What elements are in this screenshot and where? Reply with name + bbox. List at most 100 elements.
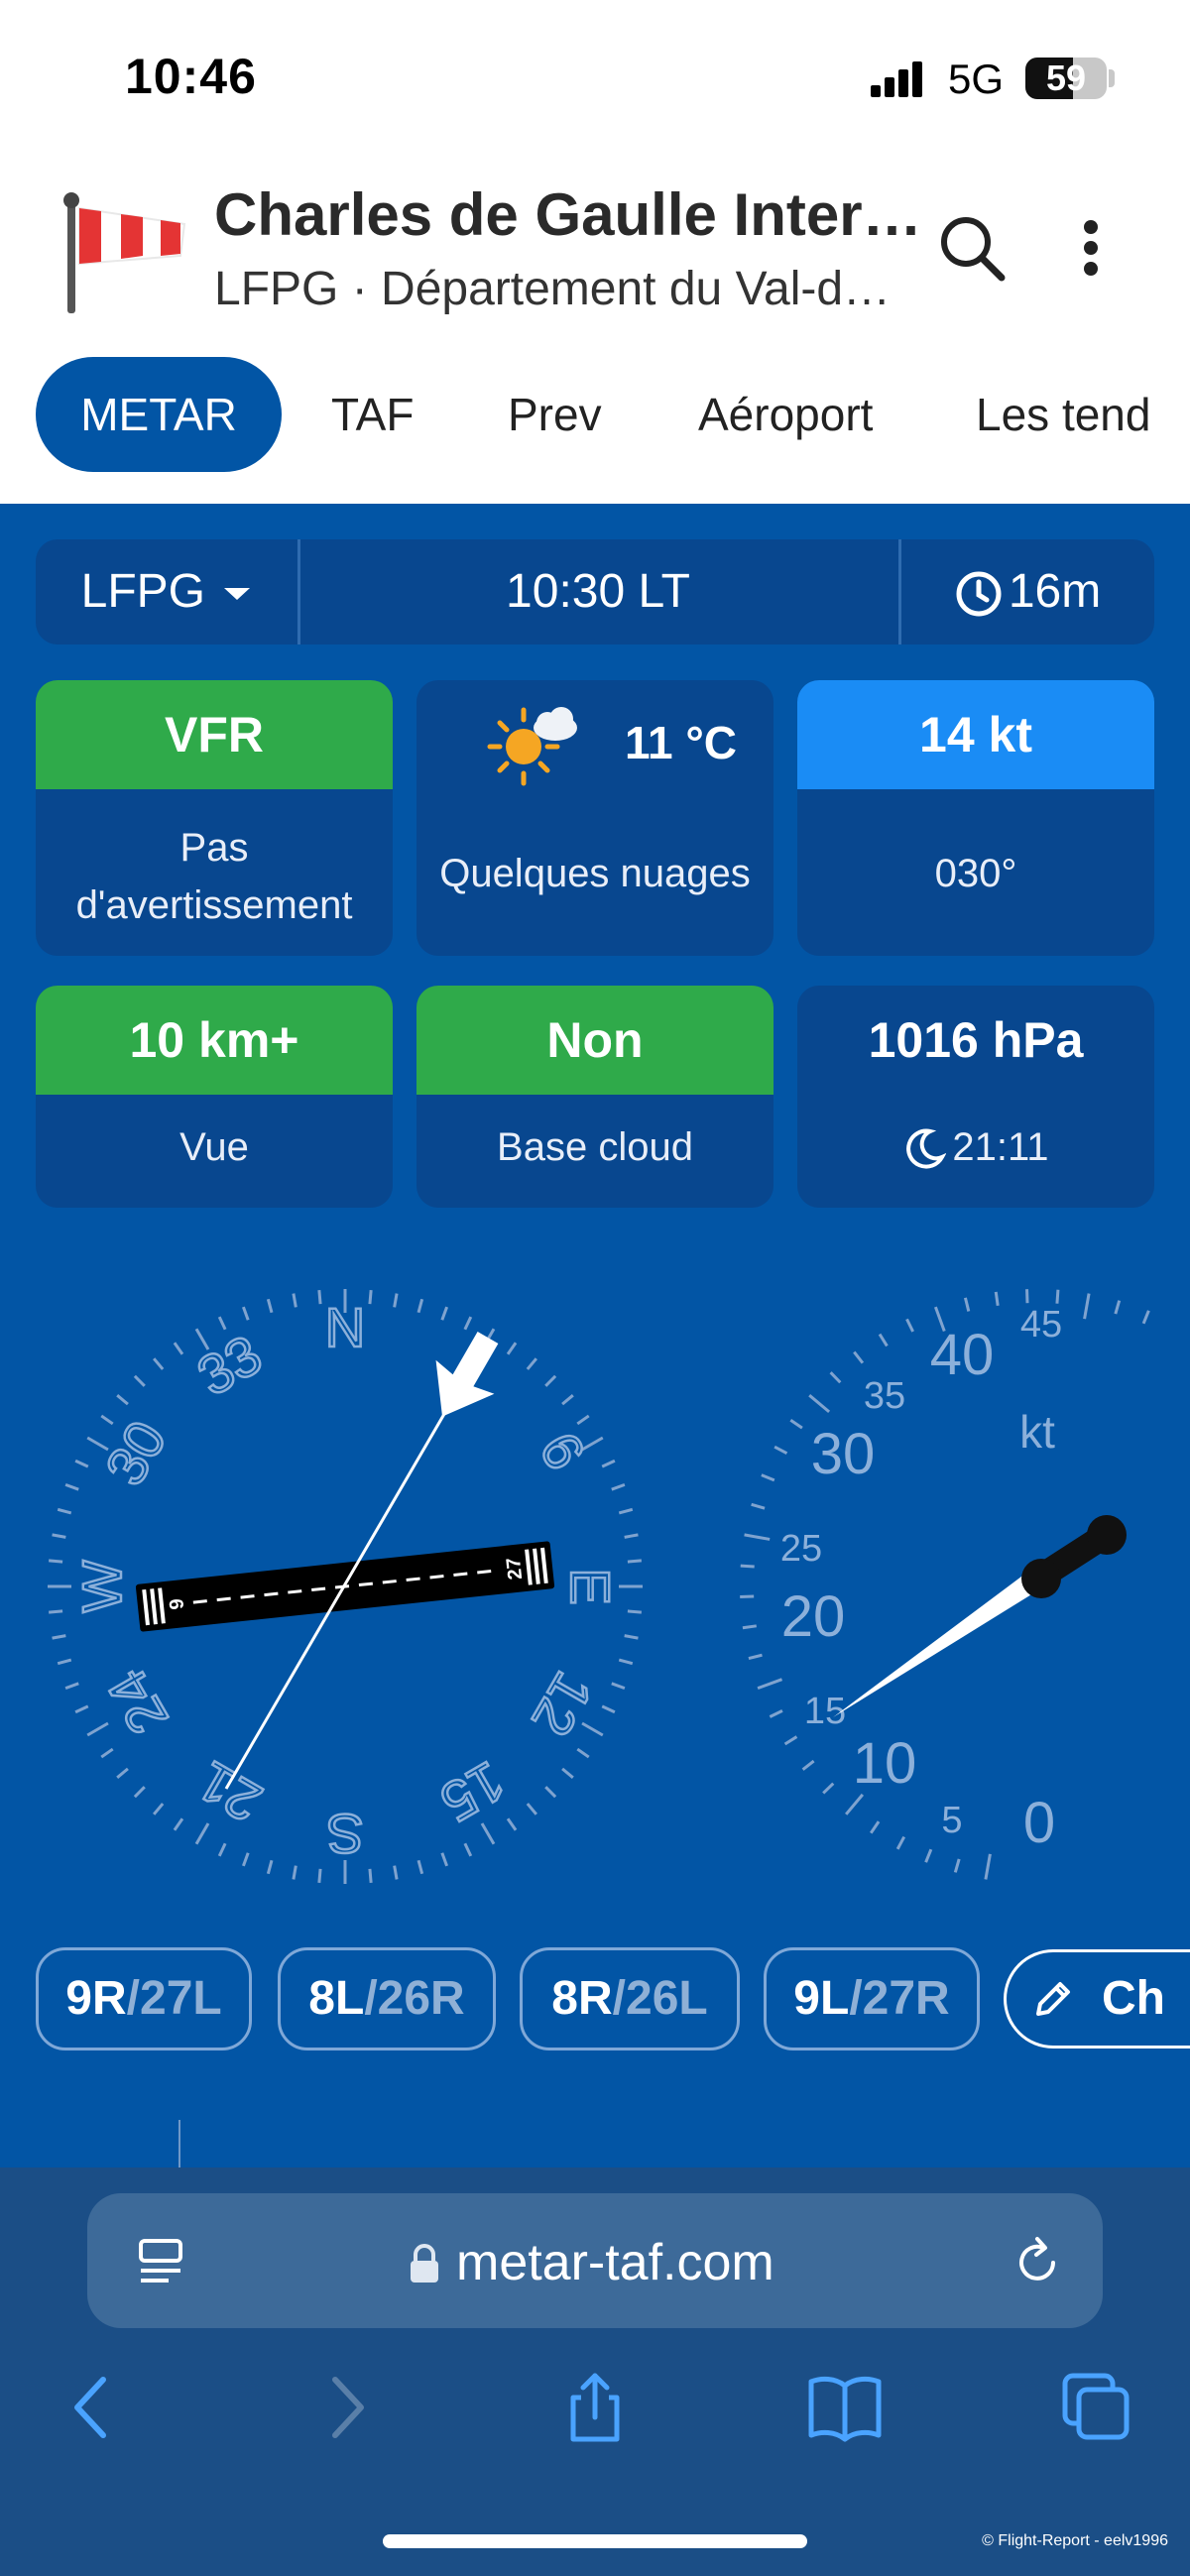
temperature: 11 °C <box>625 717 738 768</box>
tab-les-tend[interactable]: Les tend <box>976 357 1150 472</box>
compass-tick <box>57 1507 72 1515</box>
tabs-icon[interactable] <box>1057 2368 1136 2447</box>
gauge-tick <box>845 1793 865 1815</box>
runway-chip-8r-26l[interactable]: 8R/26L <box>520 1947 740 2050</box>
compass-tick <box>627 1559 642 1564</box>
forward-icon[interactable] <box>307 2368 387 2447</box>
reader-icon[interactable] <box>135 2235 190 2290</box>
compass-tick <box>526 1357 537 1370</box>
gauge-15: 15 <box>804 1691 846 1732</box>
compass-tick <box>266 1859 274 1875</box>
compass-tick <box>611 1682 626 1691</box>
compass-tick <box>266 1298 274 1314</box>
gauge-tick <box>789 1418 803 1430</box>
gauge-tick <box>994 1291 1000 1306</box>
gauge-45: 45 <box>1020 1304 1062 1346</box>
runway-primary: 9R <box>65 1972 127 2025</box>
compass-tick <box>133 1374 146 1387</box>
tab-taf[interactable]: TAF <box>331 357 414 472</box>
metar-info-bar: LFPG 10:30 LT 16m <box>36 539 1154 644</box>
runway-primary: 8L <box>308 1972 365 2025</box>
airport-subtitle: LFPG · Département du Val-d… <box>214 263 892 315</box>
more-vertical-icon[interactable] <box>1071 208 1111 288</box>
gauge-tick <box>757 1678 783 1691</box>
compass-21: 21 <box>187 1749 272 1834</box>
compass-tick <box>624 1533 639 1539</box>
url-text: metar-taf.com <box>456 2234 774 2291</box>
compass-tick <box>74 1459 89 1468</box>
age-text: 16m <box>1008 565 1102 618</box>
compass-e: E <box>559 1568 622 1604</box>
gauge-tick <box>1141 1310 1150 1325</box>
compass-tick <box>116 1394 129 1406</box>
compass-tick <box>317 1868 322 1883</box>
gauge-tick <box>984 1853 992 1880</box>
gauge-40: 40 <box>930 1323 995 1387</box>
clock-icon <box>956 571 1002 617</box>
change-runway-button[interactable]: Ch <box>1004 1949 1190 2049</box>
gauge-tick <box>822 1782 835 1795</box>
gauge-tick <box>963 1297 971 1312</box>
search-icon[interactable] <box>932 208 1012 288</box>
gauge-25: 25 <box>780 1528 822 1570</box>
compass-tick <box>393 1865 399 1880</box>
runway-chip-9l-27r[interactable]: 9L/27R <box>764 1947 980 2050</box>
windsock-icon <box>63 192 186 313</box>
wind-speed-gauge: 0 5 10 15 20 25 30 35 40 45 kt <box>740 1289 1150 1880</box>
compass-tick <box>52 1634 66 1640</box>
gauge-tick <box>905 1318 914 1333</box>
runway-primary: 9L <box>793 1972 850 2025</box>
compass-tick <box>463 1316 473 1331</box>
compass-w: W <box>70 1560 133 1612</box>
gauge-tick <box>783 1735 798 1746</box>
compass-tick <box>440 1852 449 1867</box>
compass-6: 6 <box>528 1422 597 1479</box>
back-icon[interactable] <box>52 2368 131 2447</box>
compass-tick <box>292 1865 298 1880</box>
partly-cloudy-sun-icon <box>487 707 577 786</box>
compass-tick <box>57 1658 72 1666</box>
station-selector[interactable]: LFPG <box>36 539 298 644</box>
battery-icon: 59 <box>1025 58 1107 99</box>
compass-tick <box>217 1842 227 1857</box>
sunset-time: 21:11 <box>797 1118 1154 1176</box>
tab-bar: METAR TAF Prev Aéroport Les tend <box>0 357 1190 476</box>
visibility-label: Vue <box>179 1125 249 1169</box>
tab-metar[interactable]: METAR <box>36 357 282 472</box>
visibility-card: 10 km+ Vue <box>36 986 393 1208</box>
compass-tick <box>368 1868 373 1883</box>
gauge-20: 20 <box>781 1584 846 1649</box>
runway-chip-9r-27l[interactable]: 9R/27L <box>36 1947 252 2050</box>
gauge-10: 10 <box>853 1731 917 1796</box>
compass-tick <box>64 1482 79 1491</box>
tab-prev[interactable]: Prev <box>508 357 602 472</box>
wind-arrow-icon <box>435 1331 499 1417</box>
wind-direction: 030° <box>934 852 1017 895</box>
gauge-35: 35 <box>864 1375 905 1417</box>
compass-tick <box>544 1374 557 1387</box>
status-bar: 10:46 5G 59 <box>0 0 1190 159</box>
wind-compass: N E S W 33 30 6 12 15 21 24 6 27 <box>48 1289 643 1884</box>
compass-tick <box>153 1357 165 1370</box>
share-icon[interactable] <box>555 2368 635 2447</box>
runway-chip-8l-26r[interactable]: 8L/26R <box>278 1947 496 2050</box>
wind-card: 14 kt 030° <box>797 680 1154 956</box>
tab-aeroport[interactable]: Aéroport <box>698 357 873 472</box>
compass-tick <box>194 1822 210 1845</box>
compass-tick <box>506 1342 518 1355</box>
compass-n: N <box>325 1296 365 1358</box>
bookmarks-icon[interactable] <box>805 2368 885 2447</box>
flight-rules-value: VFR <box>36 680 393 789</box>
compass-tick <box>601 1704 616 1714</box>
gauge-needle <box>833 1515 1127 1717</box>
compass-tick <box>627 1609 642 1614</box>
compass-tick <box>416 1298 424 1314</box>
gauge-unit: kt <box>1019 1406 1055 1458</box>
compass-tick <box>440 1306 449 1321</box>
sunset-text: 21:11 <box>952 1125 1049 1169</box>
gauge-5: 5 <box>941 1800 962 1841</box>
compass-tick <box>173 1342 184 1355</box>
compass-tick <box>611 1482 626 1491</box>
reload-icon[interactable] <box>1008 2233 1067 2292</box>
app-header: Charles de Gaulle Inter… LFPG · Départem… <box>0 159 1190 504</box>
